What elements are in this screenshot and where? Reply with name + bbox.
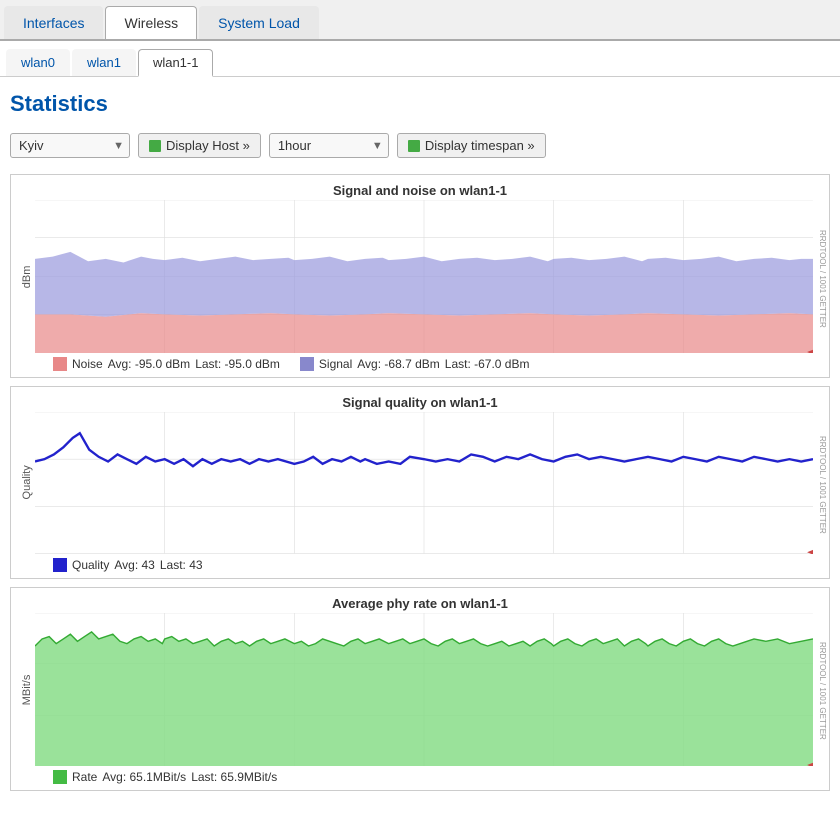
chart-phy-rate-legend: Rate Avg: 65.1MBit/s Last: 65.9MBit/s bbox=[13, 766, 827, 786]
legend-quality-color bbox=[53, 558, 67, 572]
charts-area: Signal and noise on wlan1-1 dBm bbox=[0, 174, 840, 801]
legend-noise-avg: Avg: -95.0 dBm bbox=[108, 357, 191, 371]
legend-rate-label: Rate bbox=[72, 770, 97, 784]
legend-noise: Noise Avg: -95.0 dBm Last: -95.0 dBm bbox=[53, 357, 280, 371]
timespan-select-wrap: 1hour 4hours 1day 1week ▼ bbox=[269, 133, 389, 158]
controls-bar: Kyiv ▼ Display Host » 1hour 4hours 1day … bbox=[0, 127, 840, 174]
legend-signal-avg: Avg: -68.7 dBm bbox=[357, 357, 440, 371]
tab-interfaces[interactable]: Interfaces bbox=[4, 6, 103, 39]
chart-signal-quality-svg: 50 40 35 30 16:00 16:10 16:20 16:30 16:4… bbox=[35, 412, 813, 553]
legend-rate-color bbox=[53, 770, 67, 784]
chart-phy-rate: Average phy rate on wlan1-1 MBit/s bbox=[10, 587, 830, 791]
legend-signal-last: Last: -67.0 dBm bbox=[445, 357, 530, 371]
legend-noise-label: Noise bbox=[72, 357, 103, 371]
display-timespan-icon bbox=[408, 140, 420, 152]
chart-signal-noise-legend: Noise Avg: -95.0 dBm Last: -95.0 dBm Sig… bbox=[13, 353, 827, 373]
sub-tab-wlan1-1[interactable]: wlan1-1 bbox=[138, 49, 214, 77]
sub-tab-wlan1[interactable]: wlan1 bbox=[72, 49, 136, 76]
display-host-label: Display Host » bbox=[166, 138, 250, 153]
legend-quality-last: Last: 43 bbox=[160, 558, 203, 572]
location-select[interactable]: Kyiv bbox=[10, 133, 130, 158]
legend-signal-label: Signal bbox=[319, 357, 352, 371]
display-host-icon bbox=[149, 140, 161, 152]
chart-signal-noise-title: Signal and noise on wlan1-1 bbox=[13, 179, 827, 200]
display-host-button[interactable]: Display Host » bbox=[138, 133, 261, 158]
tab-wireless[interactable]: Wireless bbox=[105, 6, 197, 39]
legend-rate-avg: Avg: 65.1MBit/s bbox=[102, 770, 186, 784]
chart-signal-quality-side-label: RRDTOOL / 1001 GETTER bbox=[813, 412, 827, 553]
chart-signal-quality: Signal quality on wlan1-1 Quality bbox=[10, 386, 830, 578]
chart-phy-rate-ylabel: MBit/s bbox=[13, 613, 35, 766]
page-title: Statistics bbox=[0, 77, 840, 127]
chart-phy-rate-side-label: RRDTOOL / 1001 GETTER bbox=[813, 613, 827, 766]
location-select-wrap: Kyiv ▼ bbox=[10, 133, 130, 158]
legend-rate: Rate Avg: 65.1MBit/s Last: 65.9MBit/s bbox=[53, 770, 277, 784]
chart-signal-quality-legend: Quality Avg: 43 Last: 43 bbox=[13, 554, 827, 574]
legend-signal: Signal Avg: -68.7 dBm Last: -67.0 dBm bbox=[300, 357, 530, 371]
timespan-select[interactable]: 1hour 4hours 1day 1week bbox=[269, 133, 389, 158]
legend-quality-avg: Avg: 43 bbox=[114, 558, 154, 572]
tab-system-load[interactable]: System Load bbox=[199, 6, 319, 39]
chart-phy-rate-title: Average phy rate on wlan1-1 bbox=[13, 592, 827, 613]
chart-phy-rate-svg: 70 M 60 M 50 M 40 M 16:00 16:10 16:20 16… bbox=[35, 613, 813, 766]
chart-signal-noise-ylabel: dBm bbox=[13, 200, 35, 353]
display-timespan-label: Display timespan » bbox=[425, 138, 535, 153]
legend-quality-label: Quality bbox=[72, 558, 109, 572]
display-timespan-button[interactable]: Display timespan » bbox=[397, 133, 546, 158]
chart-signal-quality-title: Signal quality on wlan1-1 bbox=[13, 391, 827, 412]
legend-noise-color bbox=[53, 357, 67, 371]
legend-noise-last: Last: -95.0 dBm bbox=[195, 357, 280, 371]
sub-navigation: wlan0 wlan1 wlan1-1 bbox=[0, 41, 840, 77]
chart-signal-noise-svg: -60 -70 -80 -90 -100 16:00 16:10 16:20 1… bbox=[35, 200, 813, 353]
legend-quality: Quality Avg: 43 Last: 43 bbox=[53, 558, 203, 572]
legend-rate-last: Last: 65.9MBit/s bbox=[191, 770, 277, 784]
chart-signal-noise-side-label: RRDTOOL / 1001 GETTER bbox=[813, 200, 827, 353]
chart-signal-quality-ylabel: Quality bbox=[13, 412, 35, 553]
sub-tab-wlan0[interactable]: wlan0 bbox=[6, 49, 70, 76]
legend-signal-color bbox=[300, 357, 314, 371]
chart-signal-noise: Signal and noise on wlan1-1 dBm bbox=[10, 174, 830, 378]
top-navigation: Interfaces Wireless System Load bbox=[0, 0, 840, 41]
